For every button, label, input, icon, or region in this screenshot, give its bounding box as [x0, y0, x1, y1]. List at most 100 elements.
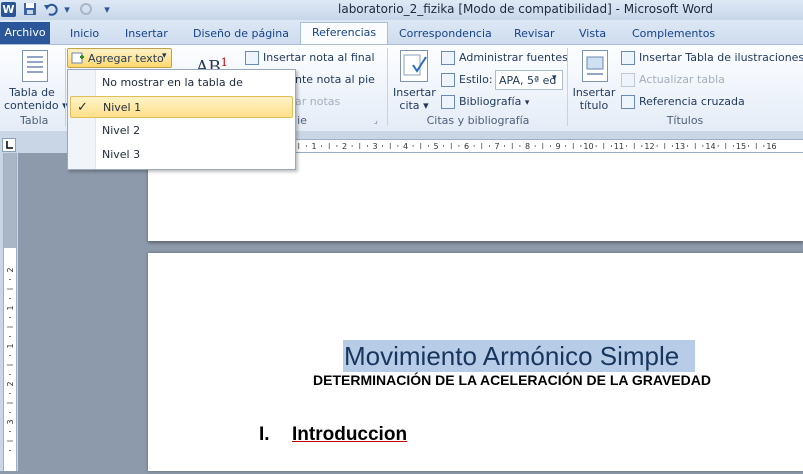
- ruler-label: 11: [614, 142, 624, 151]
- cross-reference-button[interactable]: Referencia cruzada: [639, 95, 745, 108]
- ruler-label: 5: [433, 142, 438, 151]
- customize-icon[interactable]: ▾: [101, 2, 113, 18]
- ruler-label: 2: [6, 267, 15, 272]
- checkmark-icon: ✓: [77, 100, 88, 115]
- bibliography-icon: [441, 95, 455, 109]
- cross-reference-icon: [621, 95, 635, 109]
- group-label-citas: Citas y bibliografía: [426, 114, 530, 127]
- vertical-ruler-scale: 2 1 1 2 3: [6, 267, 15, 451]
- section-number[interactable]: I.: [259, 424, 270, 446]
- insert-table-figures-button[interactable]: Insertar Tabla de ilustraciones: [639, 51, 803, 64]
- ruler-label: 2: [6, 381, 15, 386]
- undo-icon[interactable]: [43, 2, 59, 18]
- ruler-label: 1: [6, 343, 15, 348]
- menu-item-label: Nivel 1: [103, 101, 142, 114]
- manage-sources-icon: [441, 51, 455, 65]
- tab-revisar[interactable]: Revisar: [514, 24, 554, 44]
- horizontal-ruler[interactable]: 1 2 3 4 5 6 7 8 9 10 11 12 13 14 15 16: [292, 139, 803, 153]
- ruler-label: 4: [403, 142, 408, 151]
- tab-diseno-pagina[interactable]: Diseño de página: [193, 24, 289, 44]
- ruler-label: 7: [494, 142, 499, 151]
- vertical-ruler[interactable]: 2 1 1 2 3: [3, 248, 17, 471]
- ruler-label: 10: [583, 142, 593, 151]
- tab-insertar[interactable]: Insertar: [125, 24, 168, 44]
- ruler-label: 15: [736, 142, 746, 151]
- bibliography-button[interactable]: Bibliografía ▾: [459, 95, 529, 108]
- menu-item-nivel-2[interactable]: Nivel 2: [70, 120, 293, 142]
- window-title: laboratorio_2_fizika [Modo de compatibil…: [338, 2, 714, 16]
- manage-sources-button[interactable]: Administrar fuentes: [459, 51, 568, 64]
- insert-citation-button[interactable]: Insertar cita ▾: [393, 86, 436, 112]
- ruler-label: 8: [525, 142, 530, 151]
- insert-citation-icon: [400, 50, 428, 82]
- style-label: Estilo:: [459, 73, 493, 86]
- ruler-label: 13: [675, 142, 685, 151]
- tab-vista[interactable]: Vista: [579, 24, 606, 44]
- group-separator: [567, 48, 568, 126]
- table-of-contents-button[interactable]: Tabla de contenido ▾: [4, 86, 68, 112]
- add-text-icon: [71, 51, 85, 68]
- bibliography-label: Bibliografía: [459, 95, 522, 108]
- style-select-value: APA, 5ª ed: [499, 74, 557, 87]
- tab-archivo[interactable]: Archivo: [0, 22, 50, 44]
- update-table-button[interactable]: Actualizar tabla: [639, 73, 725, 86]
- ruler-label: 1: [311, 142, 316, 151]
- word-app-icon[interactable]: W: [1, 2, 16, 17]
- chevron-down-icon: ▾: [552, 73, 557, 83]
- document-title-text: Movimiento Armónico Simple: [344, 341, 680, 371]
- ruler-label: 9: [555, 142, 560, 151]
- toc-label-1: Tabla de: [9, 86, 55, 99]
- save-icon[interactable]: [22, 2, 38, 18]
- ruler-label: 2: [342, 142, 347, 151]
- group-separator: [387, 48, 388, 126]
- tab-selector[interactable]: [2, 138, 16, 152]
- ruler-label: 12: [644, 142, 654, 151]
- document-title[interactable]: Movimiento Armónico Simple: [343, 340, 695, 372]
- ruler-scale: 1 2 3 4 5 6 7 8 9 10 11 12 13 14 15 16: [298, 142, 777, 151]
- menu-item-no-mostrar[interactable]: No mostrar en la tabla de contenido: [70, 72, 293, 111]
- add-text-menu: No mostrar en la tabla de contenido ✓ Ni…: [67, 69, 296, 170]
- undo-dropdown-icon[interactable]: ▾: [62, 2, 72, 18]
- group-label-footnotes: ie: [297, 114, 307, 127]
- dialog-launcher-icon[interactable]: ⌟: [374, 116, 378, 125]
- chevron-down-icon: ▾: [423, 99, 429, 112]
- insert-endnote-button[interactable]: Insertar nota al final: [263, 51, 375, 64]
- toc-label-2: contenido: [4, 99, 59, 112]
- ruler-label: 16: [766, 142, 776, 151]
- footnote-sup: 1: [220, 56, 228, 69]
- ruler-label: 3: [6, 419, 15, 424]
- next-footnote-button[interactable]: nte nota al pie: [295, 73, 375, 86]
- insert-caption-button[interactable]: Insertar título: [572, 86, 616, 112]
- insert-caption-icon: [582, 50, 608, 82]
- ruler-label: 1: [6, 305, 15, 310]
- style-select[interactable]: APA, 5ª ed ▾: [495, 70, 563, 90]
- tab-complementos[interactable]: Complementos: [632, 24, 715, 44]
- section-heading[interactable]: Introduccion: [292, 424, 407, 446]
- insert-citation-label-1: Insertar: [393, 86, 436, 99]
- document-subtitle[interactable]: DETERMINACIÓN DE LA ACELERACIÓN DE LA GR…: [313, 372, 711, 388]
- vertical-ruler-margin: [3, 153, 17, 248]
- menu-item-label: Nivel 3: [102, 148, 141, 161]
- ruler-label: 14: [705, 142, 715, 151]
- style-icon: [441, 73, 455, 87]
- ruler-label: 6: [464, 142, 469, 151]
- tab-inicio[interactable]: Inicio: [70, 24, 99, 44]
- insert-caption-label-1: Insertar: [572, 86, 616, 99]
- ruler-label: 3: [372, 142, 377, 151]
- update-table-icon: [621, 73, 635, 87]
- group-separator: [65, 48, 66, 126]
- menu-item-nivel-3[interactable]: Nivel 3: [70, 144, 293, 166]
- add-text-button[interactable]: Agregar texto ▾: [67, 48, 172, 68]
- show-notes-button[interactable]: ar notas: [295, 95, 340, 108]
- group-label-titulos: Títulos: [666, 114, 704, 127]
- menu-item-nivel-1[interactable]: ✓ Nivel 1: [70, 96, 293, 118]
- add-text-label: Agregar texto: [88, 52, 164, 65]
- insert-caption-label-2: título: [579, 99, 609, 112]
- tab-referencias[interactable]: Referencias: [300, 22, 389, 45]
- tab-correspondencia[interactable]: Correspondencia: [399, 24, 492, 44]
- redo-icon[interactable]: [78, 2, 94, 18]
- insert-table-figures-icon: [621, 51, 635, 65]
- chevron-down-icon: ▾: [162, 51, 167, 61]
- menu-item-label: Nivel 2: [102, 124, 141, 137]
- chevron-down-icon: ▾: [524, 98, 530, 108]
